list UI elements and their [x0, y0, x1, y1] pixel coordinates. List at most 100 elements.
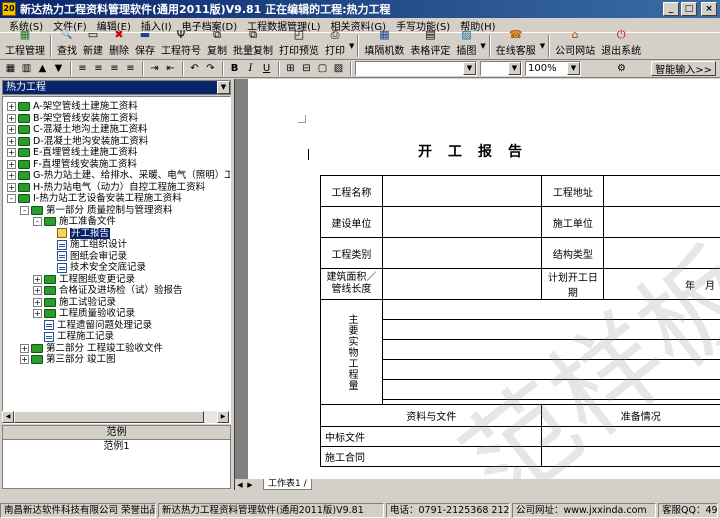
- expand-icon[interactable]: +: [7, 171, 16, 180]
- sheet-prev-icon[interactable]: ◀: [235, 481, 245, 489]
- expand-icon[interactable]: +: [33, 297, 42, 307]
- save-button[interactable]: ▬ 保存: [132, 29, 158, 59]
- tree-horizontal-scrollbar[interactable]: ◀ ▶: [2, 411, 229, 423]
- bold-button[interactable]: B: [227, 62, 242, 76]
- tree-node[interactable]: + 工程质量验收记录: [33, 308, 135, 319]
- expand-icon[interactable]: +: [33, 286, 42, 295]
- tree-node[interactable]: + C-混凝土地沟土建施工资料: [7, 124, 148, 135]
- tree-node[interactable]: + D-混凝土地沟安装施工资料: [7, 136, 148, 147]
- indent-icon[interactable]: ⇥: [147, 62, 162, 76]
- redo-icon[interactable]: ↷: [203, 62, 218, 76]
- move-down-icon[interactable]: ▼: [51, 62, 66, 76]
- outdent-icon[interactable]: ⇤: [163, 62, 178, 76]
- copy-button[interactable]: ⧉ 复制: [204, 29, 230, 59]
- table-cell[interactable]: [381, 268, 543, 300]
- chevron-down-icon[interactable]: ▼: [463, 62, 476, 75]
- chevron-down-icon[interactable]: ▼: [217, 81, 230, 94]
- panel-icon[interactable]: ▥: [19, 62, 34, 76]
- move-up-icon[interactable]: ▲: [35, 62, 50, 76]
- print-preview-button[interactable]: ◰ 打印预览: [276, 29, 322, 59]
- table-cell[interactable]: [541, 446, 720, 467]
- align-center-icon[interactable]: ≡: [91, 62, 106, 76]
- underline-button[interactable]: U: [259, 62, 274, 76]
- table-cell[interactable]: 年 月 日: [603, 268, 720, 300]
- support-dropdown-arrow[interactable]: ▼: [539, 42, 546, 50]
- tree-node[interactable]: + 第三部分 竣工图: [20, 354, 116, 365]
- collapse-icon[interactable]: -: [20, 205, 29, 215]
- maximize-button[interactable]: □: [681, 2, 697, 16]
- tree-node[interactable]: - 施工准备文件: [33, 216, 116, 227]
- print-dropdown-arrow[interactable]: ▼: [348, 42, 355, 50]
- table-cell[interactable]: [603, 175, 720, 207]
- tree-node[interactable]: + A-架空管线土建施工资料: [7, 101, 138, 112]
- italic-button[interactable]: I: [243, 62, 258, 76]
- tree-node[interactable]: 开工报告: [46, 227, 111, 239]
- expand-icon[interactable]: +: [20, 343, 29, 353]
- border-icon[interactable]: ▢: [315, 62, 330, 76]
- expand-icon[interactable]: +: [7, 125, 16, 134]
- font-size-combo[interactable]: ▼: [480, 61, 522, 76]
- quantity-content-cell[interactable]: [381, 299, 720, 405]
- tree-node[interactable]: + 施工试验记录: [33, 297, 116, 308]
- zoom-combo[interactable]: 100% ▼: [525, 61, 581, 76]
- tree-node[interactable]: 技术安全交底记录: [46, 262, 146, 273]
- exit-system-button[interactable]: ⏻ 退出系统: [598, 29, 644, 59]
- chevron-down-icon[interactable]: ▼: [567, 62, 580, 75]
- company-website-button[interactable]: ⌂ 公司网站: [552, 29, 598, 59]
- tree-node[interactable]: + E-直埋管线土建施工资料: [7, 147, 137, 158]
- tree-node[interactable]: + 第二部分 工程竣工验收文件: [20, 343, 163, 354]
- tree-node[interactable]: + B-架空管线安装施工资料: [7, 113, 138, 124]
- project-selector[interactable]: 热力工程 ▼: [2, 80, 231, 95]
- expand-icon[interactable]: +: [7, 182, 16, 192]
- table-cell[interactable]: [603, 206, 720, 238]
- tree-node[interactable]: + 合格证及进场检（试）验报告: [33, 285, 183, 296]
- insert-image-button[interactable]: ▨ 插图: [453, 29, 479, 59]
- new-button[interactable]: ▭ 新建: [80, 29, 106, 59]
- chevron-down-icon[interactable]: ▼: [508, 62, 521, 75]
- example-item[interactable]: 范例1: [3, 440, 230, 453]
- table-cell[interactable]: [381, 237, 543, 269]
- document-page[interactable]: 开工报告 工程名称 工程地址 建设单位 施工单位 工程类别 结构类型 建筑面积／…: [248, 79, 720, 479]
- scrollbar-thumb[interactable]: [14, 411, 204, 423]
- expand-icon[interactable]: +: [7, 113, 16, 123]
- split-cells-icon[interactable]: ⊟: [299, 62, 314, 76]
- print-button[interactable]: ⎙ 打印: [322, 29, 348, 59]
- close-button[interactable]: ×: [701, 2, 717, 16]
- merge-cells-icon[interactable]: ⊞: [283, 62, 298, 76]
- table-evaluate-button[interactable]: ▤ 表格评定: [407, 29, 453, 59]
- scroll-right-icon[interactable]: ▶: [217, 411, 229, 423]
- tree-node[interactable]: 施工组织设计: [46, 239, 127, 250]
- find-button[interactable]: 🔍 查找: [54, 30, 80, 59]
- collapse-icon[interactable]: -: [7, 194, 16, 203]
- scroll-left-icon[interactable]: ◀: [2, 411, 14, 423]
- collapse-icon[interactable]: -: [33, 217, 42, 226]
- tree-node[interactable]: 工程遗留问题处理记录: [33, 320, 152, 331]
- tree-node[interactable]: - I-热力站工艺设备安装工程施工资料: [7, 193, 182, 204]
- expand-icon[interactable]: +: [33, 274, 42, 284]
- tree-node[interactable]: + H-热力站电气（动力）自控工程施工资料: [7, 182, 205, 193]
- fill-machine-button[interactable]: ▦ 填隔机数: [361, 29, 407, 59]
- minimize-button[interactable]: _: [663, 2, 679, 16]
- tree-node[interactable]: - 第一部分 质量控制与管理资料: [20, 205, 173, 216]
- online-support-button[interactable]: ☎ 在线客服: [493, 29, 539, 59]
- sheet-tab[interactable]: 工作表1 /: [263, 479, 312, 490]
- expand-icon[interactable]: +: [20, 355, 29, 364]
- tree-node[interactable]: 工程施工记录: [33, 331, 114, 342]
- font-combo[interactable]: ▼: [355, 61, 477, 76]
- tree-node[interactable]: + F-直埋管线安装施工资料: [7, 159, 137, 170]
- project-symbol-button[interactable]: Ψ 工程符号: [158, 29, 204, 59]
- project-manage-button[interactable]: ▦ 工程管理: [2, 29, 48, 59]
- smart-input-button[interactable]: 智能输入>>: [651, 61, 716, 76]
- grid-icon[interactable]: ▦: [3, 62, 18, 76]
- expand-icon[interactable]: +: [7, 136, 16, 146]
- tree-node[interactable]: + 工程图纸变更记录: [33, 274, 135, 285]
- tree-node[interactable]: + G-热力站土建、给排水、采暖、电气（照明）工程施工: [7, 170, 230, 181]
- expand-icon[interactable]: +: [7, 102, 16, 111]
- table-cell[interactable]: [381, 206, 543, 238]
- insert-image-dropdown-arrow[interactable]: ▼: [479, 42, 486, 50]
- table-cell[interactable]: [541, 426, 720, 447]
- justify-icon[interactable]: ≡: [123, 62, 138, 76]
- table-cell[interactable]: [603, 237, 720, 269]
- expand-icon[interactable]: +: [7, 148, 16, 157]
- delete-button[interactable]: ✖ 删除: [106, 29, 132, 59]
